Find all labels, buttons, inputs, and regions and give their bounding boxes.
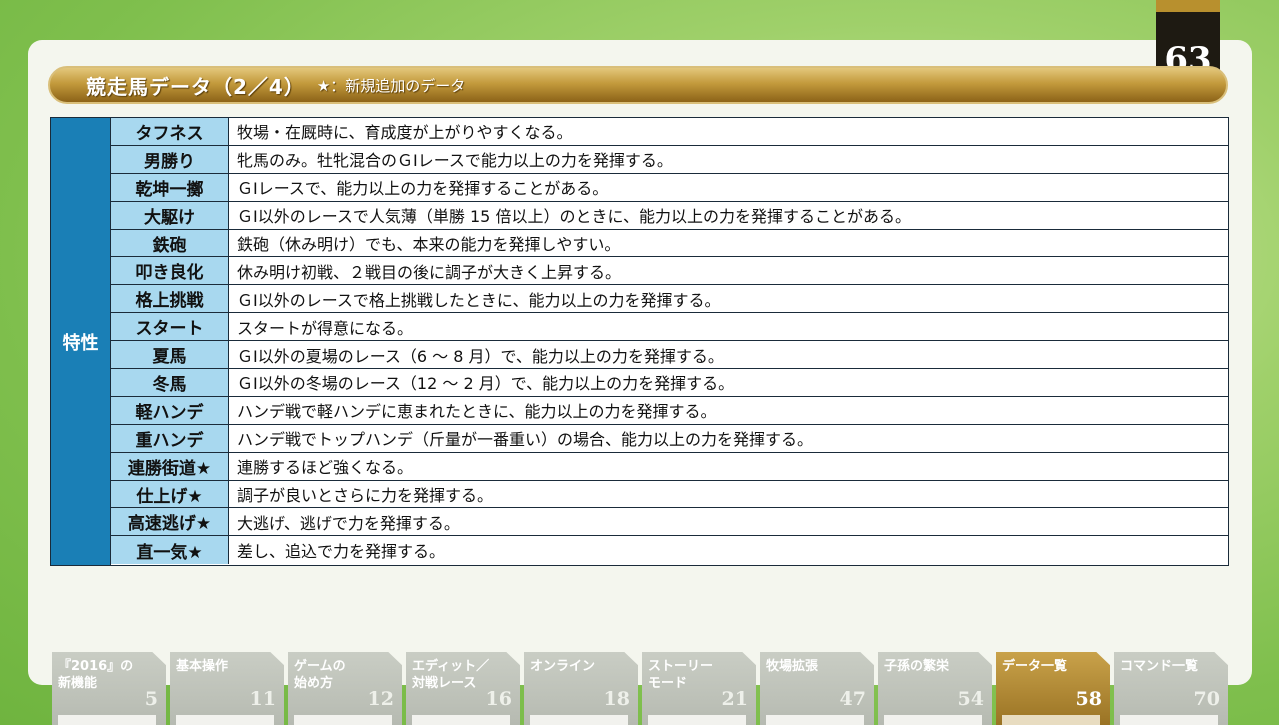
page-title: 競走馬データ（2／4） bbox=[86, 74, 305, 99]
trait-name: スタート bbox=[111, 313, 229, 341]
nav-tab-label: ゲームの 始め方 bbox=[294, 659, 346, 691]
trait-name: 冬馬 bbox=[111, 369, 229, 396]
nav-tab-label: コマンド一覧 bbox=[1120, 659, 1199, 674]
trait-description: 牝馬のみ。牡牝混合のＧⅠレースで能力以上の力を発揮する。 bbox=[237, 151, 673, 171]
nav-tab[interactable]: 基本操作 11 bbox=[170, 652, 284, 725]
trait-name: 夏馬 bbox=[111, 341, 229, 369]
nav-tab[interactable]: データ一覧 58 bbox=[996, 652, 1110, 725]
nav-tab-label: 牧場拡張 bbox=[766, 659, 819, 674]
nav-tab-slot bbox=[412, 715, 510, 725]
nav-tab-label: 『2016』の 新機能 bbox=[58, 659, 134, 691]
table-row: 夏馬 ＧⅠ以外の夏場のレース（6 〜 8 月）で、能力以上の力を発揮する。 bbox=[111, 341, 1228, 370]
trait-name: 直一気★ bbox=[111, 536, 229, 565]
trait-name: 連勝街道★ bbox=[111, 452, 229, 480]
trait-name: 軽ハンデ bbox=[111, 396, 229, 424]
nav-tab-slot bbox=[884, 715, 982, 725]
nav-tab[interactable]: 子孫の繁栄 54 bbox=[878, 652, 992, 725]
trait-name: 叩き良化 bbox=[111, 257, 229, 285]
table-row: タフネス 牧場・在厩時に、育成度が上がりやすくなる。 bbox=[111, 118, 1228, 146]
trait-description: スタートが得意になる。 bbox=[237, 318, 414, 338]
table-row: 大駆け ＧⅠ以外のレースで人気薄（単勝 15 倍以上）のときに、能力以上の力を発揮… bbox=[111, 201, 1228, 230]
nav-tab-label: 子孫の繁栄 bbox=[884, 659, 950, 674]
nav-tab-slot bbox=[1002, 715, 1100, 725]
title-note: ★：新規追加のデータ bbox=[316, 76, 466, 95]
trait-description: ハンデ戦で軽ハンデに恵まれたときに、能力以上の力を発揮する。 bbox=[237, 402, 717, 422]
nav-tab-slot bbox=[530, 715, 628, 725]
trait-description: 調子が良いとさらに力を発揮する。 bbox=[237, 486, 494, 506]
nav-tab-page: 47 bbox=[839, 688, 866, 710]
nav-tab-page: 58 bbox=[1075, 688, 1102, 710]
section-title-bar: 競走馬データ（2／4） ★：新規追加のデータ bbox=[48, 66, 1228, 104]
traits-rows: タフネス 牧場・在厩時に、育成度が上がりやすくなる。 男勝り 牝馬のみ。牡牝混合のＧⅠ… bbox=[111, 118, 1228, 565]
table-row: 軽ハンデ ハンデ戦で軽ハンデに恵まれたときに、能力以上の力を発揮する。 bbox=[111, 396, 1228, 425]
nav-tab[interactable]: オンライン 18 bbox=[524, 652, 638, 725]
trait-name: 大駆け bbox=[111, 201, 229, 229]
nav-tab-slot bbox=[176, 715, 274, 725]
table-row: 連勝街道★ 連勝するほど強くなる。 bbox=[111, 452, 1228, 481]
trait-description: 牧場・在厩時に、育成度が上がりやすくなる。 bbox=[237, 123, 573, 143]
nav-tab-page: 5 bbox=[144, 688, 158, 710]
nav-tab-page: 16 bbox=[485, 688, 512, 710]
nav-tab-slot bbox=[58, 715, 156, 725]
nav-tab[interactable]: 牧場拡張 47 bbox=[760, 652, 874, 725]
nav-tab[interactable]: ゲームの 始め方 12 bbox=[288, 652, 402, 725]
trait-name: タフネス bbox=[111, 118, 229, 145]
table-row: 直一気★ 差し、追込で力を発揮する。 bbox=[111, 536, 1228, 565]
table-row: 鉄砲 鉄砲（休み明け）でも、本来の能力を発揮しやすい。 bbox=[111, 229, 1228, 258]
nav-tab[interactable]: エディット／ 対戦レース 16 bbox=[406, 652, 520, 725]
nav-tab-slot bbox=[1120, 715, 1218, 725]
trait-description: ハンデ戦でトップハンデ（斤量が一番重い）の場合、能力以上の力を発揮する。 bbox=[237, 430, 814, 450]
trait-name: 男勝り bbox=[111, 145, 229, 173]
trait-description: 休み明け初戦、２戦目の後に調子が大きく上昇する。 bbox=[237, 262, 622, 282]
trait-description: ＧⅠ以外のレースで人気薄（単勝 15 倍以上）のときに、能力以上の力を発揮するこ… bbox=[237, 207, 911, 227]
nav-tab-page: 11 bbox=[249, 688, 276, 710]
table-row: 重ハンデ ハンデ戦でトップハンデ（斤量が一番重い）の場合、能力以上の力を発揮する。 bbox=[111, 424, 1228, 453]
table-row: 男勝り 牝馬のみ。牡牝混合のＧⅠレースで能力以上の力を発揮する。 bbox=[111, 145, 1228, 174]
table-row: 乾坤一擲 ＧⅠレースで、能力以上の力を発揮することがある。 bbox=[111, 173, 1228, 202]
nav-tab-label: ストーリー モード bbox=[648, 659, 714, 691]
nav-tab[interactable]: 『2016』の 新機能 5 bbox=[52, 652, 166, 725]
table-row: 冬馬 ＧⅠ以外の冬場のレース（12 〜 2 月）で、能力以上の力を発揮する。 bbox=[111, 369, 1228, 397]
nav-tab-slot bbox=[648, 715, 746, 725]
nav-tab-page: 70 bbox=[1193, 688, 1220, 710]
trait-description: ＧⅠ以外の冬場のレース（12 〜 2 月）で、能力以上の力を発揮する。 bbox=[237, 374, 735, 394]
nav-tab-label: エディット／ 対戦レース bbox=[412, 659, 490, 691]
trait-name: 格上挑戦 bbox=[111, 285, 229, 313]
trait-name: 乾坤一擲 bbox=[111, 173, 229, 201]
trait-description: 差し、追込で力を発揮する。 bbox=[237, 542, 446, 562]
trait-description: ＧⅠ以外の夏場のレース（6 〜 8 月）で、能力以上の力を発揮する。 bbox=[237, 346, 724, 366]
table-row: 仕上げ★ 調子が良いとさらに力を発揮する。 bbox=[111, 480, 1228, 509]
nav-tab-label: データ一覧 bbox=[1002, 659, 1068, 674]
traits-table: 特性 タフネス 牧場・在厩時に、育成度が上がりやすくなる。 男勝り 牝馬のみ。牡牝混合… bbox=[50, 117, 1229, 566]
nav-tab-page: 21 bbox=[721, 688, 748, 710]
nav-tab[interactable]: コマンド一覧 70 bbox=[1114, 652, 1228, 725]
table-row: 格上挑戦 ＧⅠ以外のレースで格上挑戦したときに、能力以上の力を発揮する。 bbox=[111, 285, 1228, 314]
nav-tab-page: 12 bbox=[367, 688, 394, 710]
trait-name: 仕上げ★ bbox=[111, 480, 229, 508]
trait-description: 鉄砲（休み明け）でも、本来の能力を発揮しやすい。 bbox=[237, 235, 621, 254]
trait-name: 高速逃げ★ bbox=[111, 508, 229, 536]
table-row: 高速逃げ★ 大逃げ、逃げで力を発揮する。 bbox=[111, 508, 1228, 537]
nav-tab-label: 基本操作 bbox=[176, 659, 229, 674]
trait-description: ＧⅠレースで、能力以上の力を発揮することがある。 bbox=[237, 179, 609, 199]
nav-tab-slot bbox=[294, 715, 392, 725]
nav-tab[interactable]: ストーリー モード 21 bbox=[642, 652, 756, 725]
trait-description: 連勝するほど強くなる。 bbox=[237, 458, 414, 478]
trait-description: 大逃げ、逃げで力を発揮する。 bbox=[237, 513, 460, 533]
chapter-nav: 『2016』の 新機能 5 基本操作 11 ゲームの 始め方 12 エディット／ 対戦レース… bbox=[52, 652, 1228, 725]
category-label: 特性 bbox=[51, 118, 111, 565]
nav-tab-label: オンライン bbox=[530, 659, 596, 674]
trait-name: 鉄砲 bbox=[111, 229, 229, 257]
table-row: スタート スタートが得意になる。 bbox=[111, 313, 1228, 342]
nav-tab-slot bbox=[766, 715, 864, 725]
trait-description: ＧⅠ以外のレースで格上挑戦したときに、能力以上の力を発揮する。 bbox=[237, 290, 721, 310]
nav-tab-page: 54 bbox=[957, 688, 984, 710]
trait-name: 重ハンデ bbox=[111, 424, 229, 452]
table-row: 叩き良化 休み明け初戦、２戦目の後に調子が大きく上昇する。 bbox=[111, 257, 1228, 286]
nav-tab-page: 18 bbox=[603, 688, 630, 710]
